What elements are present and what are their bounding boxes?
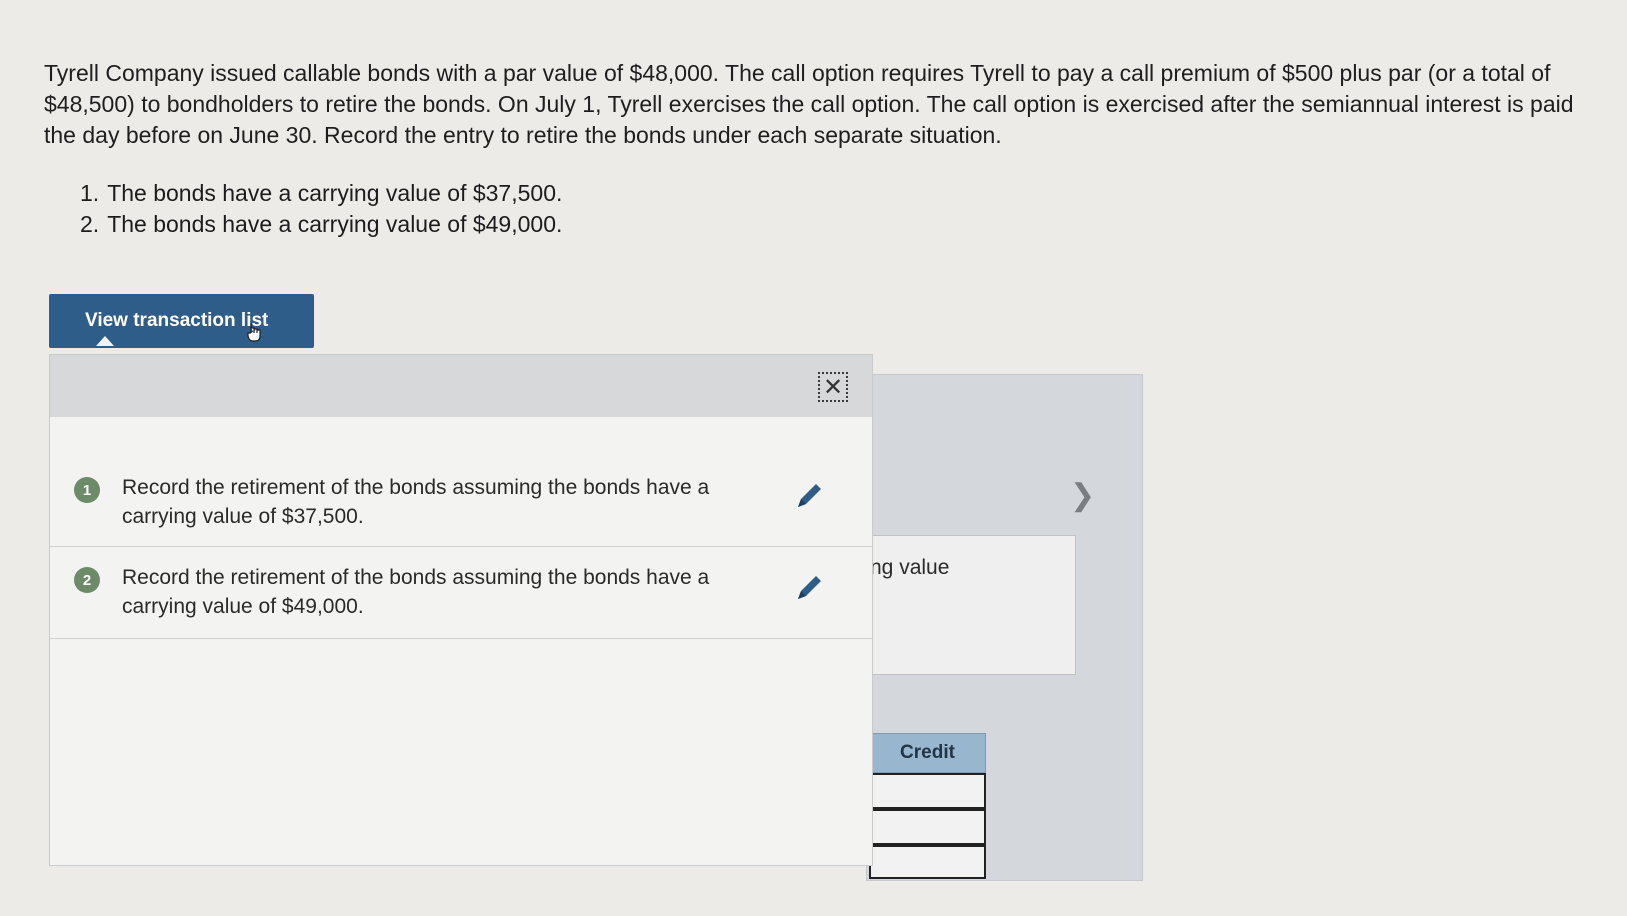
credit-input[interactable] — [869, 845, 986, 879]
transaction-item-text: Record the retirement of the bonds assum… — [122, 476, 710, 528]
pencil-edit-icon[interactable] — [792, 479, 826, 513]
requirement-text: The bonds have a carrying value of $49,0… — [107, 211, 563, 237]
partial-label: ng value — [870, 556, 950, 579]
item-number-badge: 1 — [74, 477, 100, 503]
item-number-badge: 2 — [74, 567, 100, 593]
requirements-list: 1. The bonds have a carrying value of $3… — [80, 178, 562, 240]
view-transaction-list-label: View transaction list — [85, 310, 269, 331]
hand-cursor-icon — [247, 323, 261, 342]
transaction-item-2[interactable]: 2 Record the retirement of the bonds ass… — [50, 547, 872, 639]
credit-input[interactable] — [869, 809, 986, 845]
credit-column-header: Credit — [869, 733, 986, 773]
credit-input[interactable] — [869, 773, 986, 809]
pencil-edit-icon[interactable] — [792, 571, 826, 605]
chevron-right-icon[interactable]: ❯ — [1070, 478, 1095, 513]
view-transaction-list-button[interactable]: View transaction list — [49, 294, 314, 348]
requirement-number: 2. — [80, 211, 100, 237]
requirement-1: 1. The bonds have a carrying value of $3… — [80, 178, 562, 209]
transaction-item-1[interactable]: 1 Record the retirement of the bonds ass… — [50, 455, 872, 547]
close-icon[interactable]: ✕ — [818, 372, 848, 402]
transaction-item-text: Record the retirement of the bonds assum… — [122, 566, 710, 618]
requirement-2: 2. The bonds have a carrying value of $4… — [80, 209, 562, 240]
transaction-list-popup: ✕ 1 Record the retirement of the bonds a… — [49, 354, 873, 866]
worksheet-form-box: ng value — [869, 535, 1076, 675]
popup-header: ✕ — [50, 355, 872, 417]
popup-pointer — [96, 336, 114, 346]
requirement-text: The bonds have a carrying value of $37,5… — [107, 180, 563, 206]
requirement-number: 1. — [80, 180, 100, 206]
problem-statement: Tyrell Company issued callable bonds wit… — [44, 60, 1574, 148]
